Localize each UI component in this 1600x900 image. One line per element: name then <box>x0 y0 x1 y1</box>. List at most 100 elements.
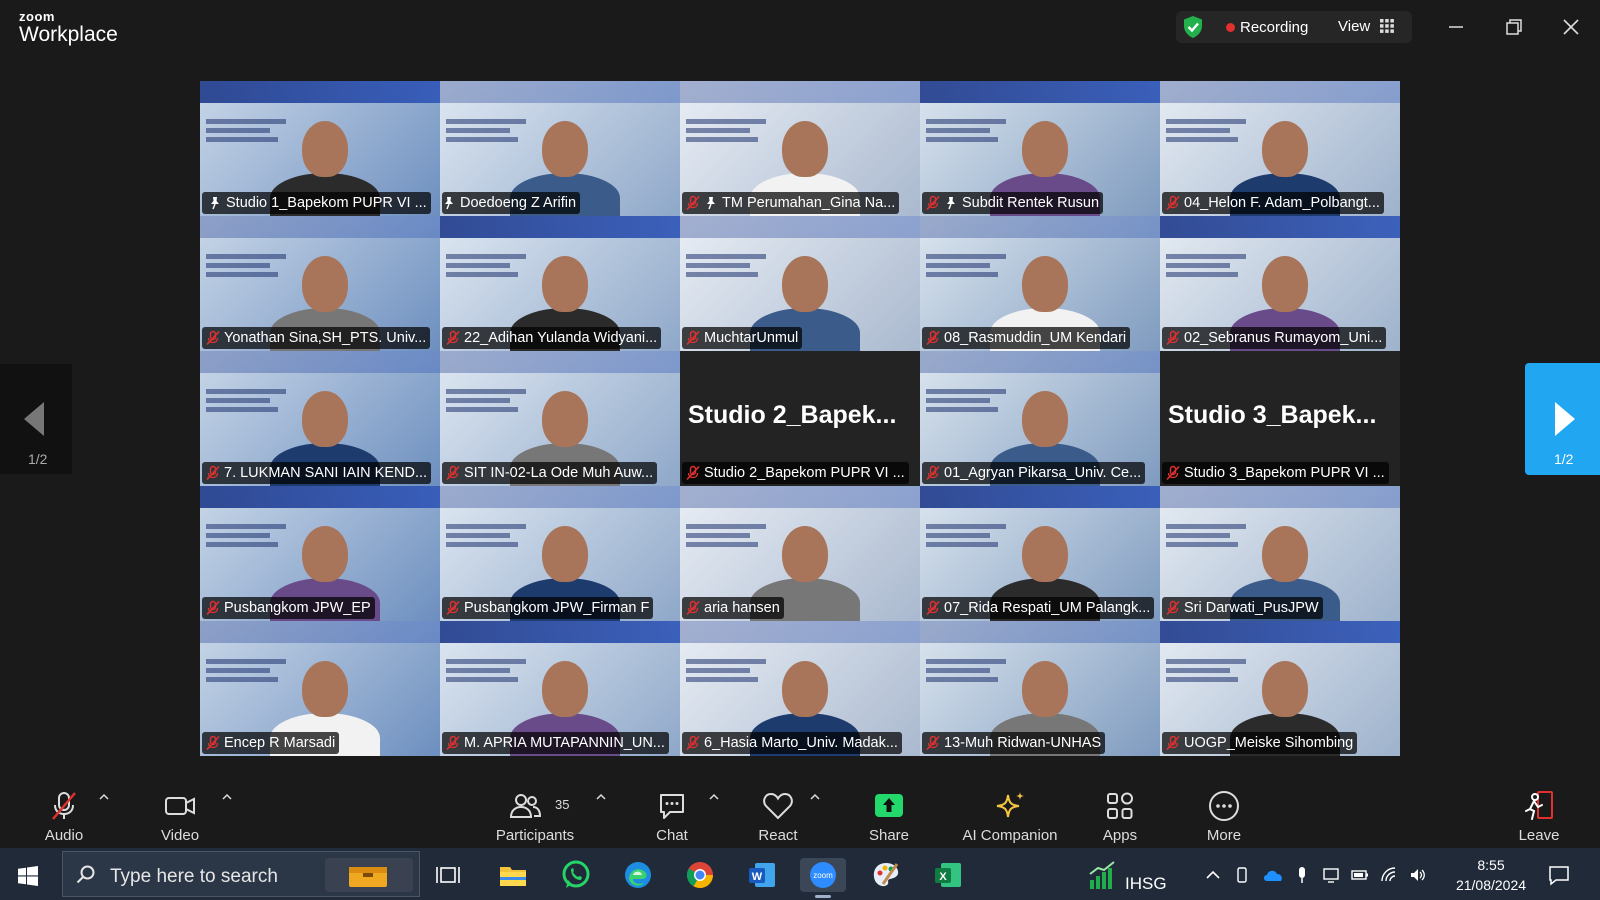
participant-face <box>302 526 348 582</box>
view-button[interactable]: View <box>1338 18 1370 35</box>
participant-tile[interactable]: Studio 3_Bapek... Studio 3_Bapekom PUPR V… <box>1160 351 1400 486</box>
participant-tile[interactable]: M. APRIA MUTAPANNIN_UN... <box>440 621 680 756</box>
background-text-block <box>1166 119 1256 155</box>
react-options-chevron-up-icon[interactable] <box>810 792 820 802</box>
participant-tile[interactable]: Studio 1_Bapekom PUPR VI ... <box>200 81 440 216</box>
svg-text:W: W <box>752 871 763 883</box>
svg-text:zoom: zoom <box>813 871 833 880</box>
participant-tile[interactable]: 04_Helon F. Adam_Polbangt... <box>1160 81 1400 216</box>
restore-icon[interactable] <box>1501 14 1527 40</box>
participant-tile[interactable]: Subdit Rentek Rusun <box>920 81 1160 216</box>
participant-tile[interactable]: TM Perumahan_Gina Na... <box>680 81 920 216</box>
microphone-icon[interactable] <box>1293 866 1311 884</box>
apps-icon <box>1107 792 1133 819</box>
close-icon[interactable] <box>1558 14 1584 40</box>
participant-name: Subdit Rentek Rusun <box>962 195 1100 211</box>
participant-tile[interactable]: MuchtarUnmul <box>680 216 920 351</box>
chat-options-chevron-up-icon[interactable] <box>709 792 719 802</box>
virtual-background-banner <box>1160 216 1400 238</box>
zoom-icon[interactable]: zoom <box>806 858 840 892</box>
chevron-up-icon[interactable] <box>1204 866 1222 884</box>
participant-name: 13-Muh Ridwan-UNHAS <box>944 735 1102 751</box>
onedrive-icon[interactable] <box>1262 866 1284 884</box>
participant-tile[interactable]: UOGP_Meiske Sihombing <box>1160 621 1400 756</box>
paint-icon[interactable] <box>869 858 903 892</box>
participant-tile[interactable]: Yonathan Sina,SH_PTS. Univ... <box>200 216 440 351</box>
right-arrow-icon[interactable] <box>1555 402 1575 436</box>
video-label: Video <box>160 827 200 844</box>
participant-tile[interactable]: Encep R Marsadi <box>200 621 440 756</box>
excel-icon[interactable]: X <box>931 858 965 892</box>
system-clock[interactable]: 8:55 21/08/2024 <box>1452 855 1530 895</box>
chat-button[interactable]: Chat <box>642 776 702 848</box>
background-text-block <box>206 389 296 425</box>
audio-options-chevron-up-icon[interactable] <box>99 792 109 802</box>
battery-icon[interactable] <box>1351 866 1369 884</box>
participant-tile[interactable]: 7. LUKMAN SANI IAIN KEND... <box>200 351 440 486</box>
mic-muted-icon <box>206 600 220 616</box>
share-button[interactable]: Share <box>859 776 919 848</box>
participant-tile[interactable]: 13-Muh Ridwan-UNHAS <box>920 621 1160 756</box>
background-text-block <box>926 119 1016 155</box>
participant-tile[interactable]: 01_Agryan Pikarsa_Univ. Ce... <box>920 351 1160 486</box>
video-options-chevron-up-icon[interactable] <box>222 792 232 802</box>
chrome-icon[interactable] <box>683 858 717 892</box>
participant-name: Doedoeng Z Arifin <box>460 195 577 211</box>
clock-time: 8:55 <box>1477 857 1505 873</box>
pin-icon <box>707 197 715 210</box>
participants-options-chevron-up-icon[interactable] <box>596 792 606 802</box>
search-highlight-image[interactable] <box>325 858 413 892</box>
participant-face <box>1022 391 1068 447</box>
display-icon[interactable] <box>1322 866 1340 884</box>
minimize-icon[interactable] <box>1443 14 1469 40</box>
audio-button[interactable]: Audio <box>34 776 94 848</box>
mic-muted-icon <box>206 465 220 481</box>
participant-tile[interactable]: 6_Hasia Marto_Univ. Madak... <box>680 621 920 756</box>
participant-tile[interactable]: Studio 2_Bapek... Studio 2_Bapekom PUPR V… <box>680 351 920 486</box>
windows-start-icon[interactable] <box>18 866 38 886</box>
notification-icon[interactable] <box>1548 864 1570 886</box>
video-button[interactable]: Video <box>150 776 210 848</box>
participant-tile[interactable]: SIT IN-02-La Ode Muh Auw... <box>440 351 680 486</box>
participant-tile[interactable]: 02_Sebranus Rumayom_Uni... <box>1160 216 1400 351</box>
recording-label[interactable]: Recording <box>1240 19 1308 36</box>
mic-muted-icon <box>686 465 700 481</box>
mic-muted-icon <box>686 735 700 751</box>
whatsapp-icon[interactable] <box>559 858 593 892</box>
phone-link-icon[interactable] <box>1233 866 1251 884</box>
pin-icon <box>445 197 453 210</box>
background-text-block <box>446 119 536 155</box>
virtual-background-banner <box>1160 81 1400 103</box>
participant-tile[interactable]: 22_Adihan Yulanda Widyani... <box>440 216 680 351</box>
participant-tile[interactable]: Sri Darwati_PusJPW <box>1160 486 1400 621</box>
ai-companion-button[interactable]: AI Companion <box>955 776 1065 848</box>
stock-chart-icon[interactable] <box>1088 860 1120 890</box>
participant-tile[interactable]: Pusbangkom JPW_Firman F <box>440 486 680 621</box>
leave-button[interactable]: Leave <box>1509 776 1569 848</box>
edge-icon[interactable] <box>621 858 655 892</box>
more-button[interactable]: More <box>1194 776 1254 848</box>
participant-tile[interactable]: Pusbangkom JPW_EP <box>200 486 440 621</box>
stock-ticker-label[interactable]: IHSG <box>1125 874 1167 894</box>
participant-name: Pusbangkom JPW_Firman F <box>464 600 650 616</box>
virtual-background-banner <box>920 81 1160 103</box>
apps-button[interactable]: Apps <box>1090 776 1150 848</box>
participant-tile[interactable]: aria hansen <box>680 486 920 621</box>
word-icon[interactable]: W <box>745 858 779 892</box>
participant-tile[interactable]: 08_Rasmuddin_UM Kendari <box>920 216 1160 351</box>
shield-check-icon[interactable] <box>1182 15 1204 39</box>
taskbar-search-placeholder[interactable]: Type here to search <box>110 866 278 888</box>
file-explorer-icon[interactable] <box>496 858 530 892</box>
participant-name-label: Studio 3_Bapekom PUPR VI ... <box>1162 462 1389 484</box>
react-button[interactable]: React <box>748 776 808 848</box>
volume-icon[interactable] <box>1409 866 1427 884</box>
left-arrow-icon[interactable] <box>24 402 44 436</box>
participants-button[interactable]: Participants <box>490 776 580 848</box>
participant-tile[interactable]: 07_Rida Respati_UM Palangk... <box>920 486 1160 621</box>
wifi-icon[interactable] <box>1380 866 1398 884</box>
mic-muted-icon <box>446 600 460 616</box>
participant-tile[interactable]: Doedoeng Z Arifin <box>440 81 680 216</box>
participant-face <box>302 391 348 447</box>
grid-view-icon[interactable] <box>1380 19 1394 33</box>
task-view-icon[interactable] <box>432 858 466 892</box>
